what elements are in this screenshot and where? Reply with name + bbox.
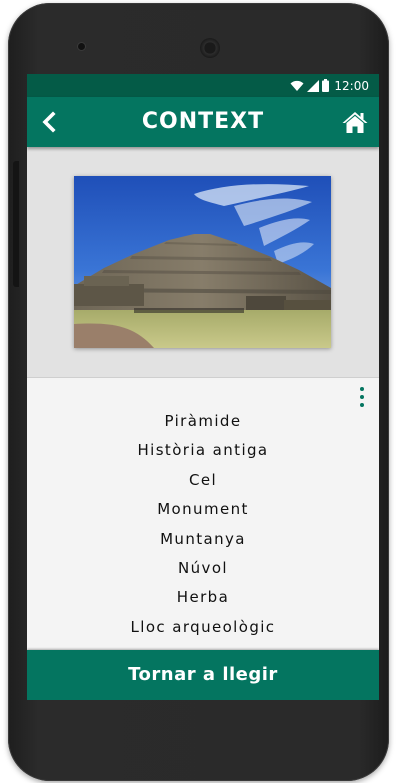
more-vertical-icon-dot xyxy=(360,395,364,399)
pyramid-photo[interactable] xyxy=(74,176,331,348)
battery-icon xyxy=(322,79,330,92)
status-icons: 12:00 xyxy=(290,77,369,94)
list-item[interactable]: Herba xyxy=(27,583,379,612)
home-icon xyxy=(342,112,368,133)
list-item[interactable]: Monument xyxy=(27,495,379,524)
list-item[interactable]: Muntanya xyxy=(27,525,379,554)
home-button[interactable] xyxy=(341,108,369,136)
more-options-button[interactable] xyxy=(357,387,367,407)
phone-side-button xyxy=(13,161,19,287)
list-item[interactable]: Història antiga xyxy=(27,436,379,465)
list-item[interactable]: Piràmide xyxy=(27,407,379,436)
image-area xyxy=(27,147,379,378)
page-title: CONTEXT xyxy=(141,109,265,134)
back-button[interactable] xyxy=(37,110,61,134)
chevron-left-icon xyxy=(42,111,56,133)
tag-list: Piràmide Història antiga Cel Monument Mu… xyxy=(27,407,379,642)
phone-screen: 12:00 CONTEXT Piràmide Història antiga C… xyxy=(27,74,379,700)
reread-button[interactable]: Tornar a llegir xyxy=(27,650,379,700)
camera-icon xyxy=(78,43,85,50)
tag-list-area: Piràmide Història antiga Cel Monument Mu… xyxy=(27,378,379,650)
pyramid-image xyxy=(74,176,331,348)
wifi-icon xyxy=(290,80,304,91)
more-vertical-icon-dot xyxy=(360,387,364,391)
speaker-icon xyxy=(200,38,220,58)
status-time: 12:00 xyxy=(334,78,369,93)
list-item[interactable]: Cel xyxy=(27,466,379,495)
app-bar: CONTEXT xyxy=(27,97,379,147)
signal-icon xyxy=(307,79,320,92)
list-item[interactable]: Lloc arqueològic xyxy=(27,613,379,642)
list-item[interactable]: Núvol xyxy=(27,554,379,583)
page: 12:00 CONTEXT Piràmide Història antiga C… xyxy=(0,0,397,783)
status-bar: 12:00 xyxy=(27,74,379,97)
